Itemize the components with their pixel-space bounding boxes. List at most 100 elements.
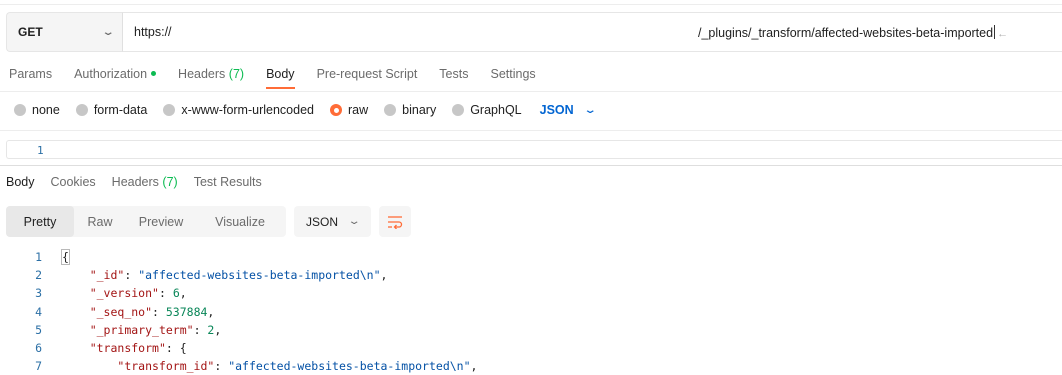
radio-x-www-form-urlencoded[interactable]: x-www-form-urlencoded (163, 103, 314, 117)
view-mode-label: Preview (138, 214, 184, 229)
line-number: 4 (35, 304, 42, 319)
code-token: 537884 (165, 304, 208, 319)
radio-label: form-data (93, 103, 148, 117)
wrap-lines-icon (388, 215, 403, 229)
radio-raw[interactable]: raw (330, 103, 368, 117)
line-number: 5 (35, 322, 42, 337)
response-tab-test-results[interactable]: Test Results (194, 175, 262, 189)
radio-graphql[interactable]: GraphQL (452, 103, 522, 117)
response-tabs: Body Cookies Headers (7) Test Results (6, 175, 278, 189)
body-language-label: JSON (539, 103, 574, 117)
request-body-editor[interactable]: 1 (6, 140, 1062, 159)
url-text-end: /_plugins/_transform/affected-websites-b… (698, 26, 994, 40)
response-format-select[interactable]: JSON ⌄ (294, 206, 371, 237)
code-line: 6 "transform": { (0, 339, 1062, 357)
code-text: "_primary_term": 2, (62, 321, 222, 339)
response-tab-cookies[interactable]: Cookies (51, 175, 96, 189)
chevron-down-icon: ⌄ (347, 216, 361, 227)
request-tabs: Params Authorization Headers (7) Body Pr… (9, 67, 558, 89)
status-dot-icon (151, 71, 157, 76)
view-mode-label: Raw (87, 214, 113, 229)
method-select[interactable]: GET ⌄ (6, 12, 122, 52)
tab-params[interactable]: Params (9, 67, 52, 81)
code-text: "_id": "affected-websites-beta-imported\… (62, 266, 388, 284)
code-text: "transform_id": "affected-websites-beta-… (62, 357, 477, 375)
tabs-divider (0, 91, 1062, 92)
radio-form-data[interactable]: form-data (75, 103, 148, 117)
tab-label: Headers (178, 67, 226, 81)
radio-icon (384, 104, 397, 116)
tab-tests[interactable]: Tests (439, 67, 468, 81)
tab-label: Body (266, 67, 295, 81)
tab-label: Params (9, 67, 53, 81)
radio-none[interactable]: none (14, 103, 60, 117)
line-number: 6 (35, 340, 42, 355)
top-divider (0, 4, 1062, 5)
code-line: 5 "_primary_term": 2, (0, 321, 1062, 339)
method-label: GET (18, 25, 43, 39)
pane-resize-handle[interactable] (0, 165, 1062, 166)
code-token: "affected-websites-beta-imported\n" (228, 359, 471, 374)
code-token: , (380, 268, 388, 283)
code-line: 2 "_id": "affected-websites-beta-importe… (0, 266, 1062, 284)
body-language-select[interactable]: JSON ⌄ (539, 103, 597, 117)
code-token: 6 (172, 286, 180, 301)
code-token: { (61, 249, 70, 265)
code-token: , (207, 304, 215, 319)
headers-count: (7) (162, 175, 178, 189)
tab-label: Pre-request Script (316, 67, 418, 81)
radio-icon (452, 104, 465, 116)
view-visualize-button[interactable]: Visualize (196, 206, 284, 237)
tab-label: Body (6, 175, 35, 189)
radio-binary[interactable]: binary (384, 103, 436, 117)
tab-pre-request-script[interactable]: Pre-request Script (317, 67, 418, 81)
line-number: 7 (35, 359, 42, 374)
tab-settings[interactable]: Settings (490, 67, 535, 81)
headers-count: (7) (228, 67, 245, 81)
wrap-lines-button[interactable] (379, 206, 411, 237)
code-token: "transform" (89, 340, 166, 355)
line-number: 3 (35, 286, 42, 301)
code-line: 1{ (0, 248, 1062, 266)
radio-icon (75, 104, 88, 116)
tab-label: Tests (439, 67, 469, 81)
request-url-bar: GET ⌄ https:// /_plugins/_transform/affe… (6, 12, 1062, 52)
view-pretty-button[interactable]: Pretty (6, 206, 74, 237)
code-token: : { (165, 340, 187, 355)
code-text: "transform": { (62, 339, 187, 357)
code-text: "_seq_no": 537884, (62, 303, 215, 321)
tab-label: Headers (111, 175, 159, 189)
url-input[interactable]: https:// /_plugins/_transform/affected-w… (122, 12, 1062, 52)
code-token: "affected-websites-beta-imported\n" (138, 268, 381, 283)
radio-label: x-www-form-urlencoded (181, 103, 314, 117)
response-tab-headers[interactable]: Headers (7) (112, 175, 178, 189)
code-line: 7 "transform_id": "affected-websites-bet… (0, 357, 1062, 375)
tab-body[interactable]: Body (266, 67, 295, 89)
radio-label: raw (348, 103, 369, 117)
tab-label: Cookies (50, 175, 96, 189)
radio-selected-icon (330, 104, 342, 116)
tab-headers[interactable]: Headers (7) (178, 67, 244, 81)
response-body-viewer[interactable]: 1{2 "_id": "affected-websites-beta-impor… (0, 248, 1062, 375)
code-token: , (214, 322, 222, 337)
tab-authorization[interactable]: Authorization (74, 67, 157, 81)
code-token: "_primary_term" (89, 322, 194, 337)
tab-label: Test Results (193, 175, 262, 189)
body-type-options: none form-data x-www-form-urlencoded raw… (14, 103, 597, 117)
response-format-label: JSON (306, 214, 339, 229)
code-token: , (470, 359, 478, 374)
code-token: "transform_id" (117, 359, 215, 374)
code-token: "_version" (89, 286, 159, 301)
radio-label: binary (402, 103, 437, 117)
code-text: { (61, 248, 70, 266)
chevron-down-icon: ⌄ (101, 26, 115, 38)
url-text-end-wrapper: /_plugins/_transform/affected-websites-b… (698, 25, 1008, 40)
view-preview-button[interactable]: Preview (126, 206, 196, 237)
types-divider (0, 130, 1062, 131)
view-mode-label: Visualize (215, 214, 265, 229)
chevron-down-icon: ⌄ (583, 104, 597, 116)
radio-label: GraphQL (470, 103, 522, 117)
view-raw-button[interactable]: Raw (74, 206, 126, 237)
radio-label: none (32, 103, 60, 117)
response-tab-body[interactable]: Body (6, 175, 35, 189)
